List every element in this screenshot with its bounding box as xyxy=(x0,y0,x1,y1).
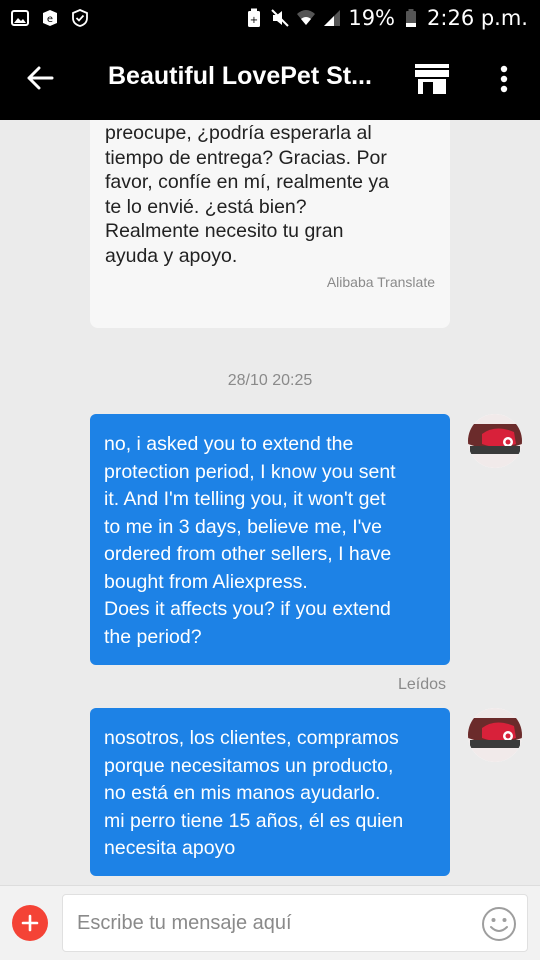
battery-alert-icon: + xyxy=(244,8,264,28)
shield-notification-icon xyxy=(70,8,90,28)
store-title: Beautiful LovePet St... xyxy=(108,62,372,90)
svg-text:e: e xyxy=(47,14,53,25)
image-notification-icon xyxy=(10,8,30,28)
emoji-button[interactable] xyxy=(480,905,518,943)
battery-percent: 19% xyxy=(348,6,396,30)
wifi-icon xyxy=(296,8,316,28)
translation-source-label: Alibaba Translate xyxy=(326,274,435,290)
status-bar: e + 19% 2:26 p.m. xyxy=(0,0,540,36)
more-options-button[interactable] xyxy=(490,60,518,98)
app-bar: Beautiful LovePet St... xyxy=(0,36,540,120)
battery-icon xyxy=(401,8,421,28)
more-vert-icon xyxy=(500,65,508,93)
add-attachment-button[interactable] xyxy=(12,905,48,941)
notification-icons: e xyxy=(10,8,90,28)
incoming-message-text: preocupe, ¿podría esperarla al tiempo de… xyxy=(105,122,389,267)
avatar-image-icon xyxy=(468,414,522,468)
back-button[interactable] xyxy=(20,58,60,98)
plus-icon xyxy=(21,914,39,932)
arrow-left-icon xyxy=(27,66,54,90)
read-status-label: Leídos xyxy=(397,676,446,693)
user-avatar[interactable] xyxy=(468,708,522,762)
chat-message-list[interactable]: preocupe, ¿podría esperarla al tiempo de… xyxy=(0,120,540,885)
user-avatar[interactable] xyxy=(468,414,522,468)
mute-icon xyxy=(270,8,290,28)
smiley-icon xyxy=(482,907,516,941)
system-status: + 19% 2:26 p.m. xyxy=(244,6,528,30)
signal-icon xyxy=(322,8,342,28)
message-input[interactable] xyxy=(62,894,528,952)
message-timestamp: 28/10 20:25 xyxy=(227,372,313,389)
outgoing-message-bubble[interactable]: no, i asked you to extend the protection… xyxy=(90,414,450,665)
message-composer xyxy=(0,885,540,960)
clock: 2:26 p.m. xyxy=(427,6,528,30)
incoming-message-bubble[interactable]: preocupe, ¿podría esperarla al tiempo de… xyxy=(90,120,450,328)
store-icon xyxy=(415,64,449,94)
shop-notification-icon: e xyxy=(40,8,60,28)
svg-text:+: + xyxy=(250,15,258,26)
avatar-image-icon xyxy=(468,708,522,762)
outgoing-message-bubble[interactable]: nosotros, los clientes, compramos porque… xyxy=(90,708,450,876)
store-button[interactable] xyxy=(410,60,454,98)
